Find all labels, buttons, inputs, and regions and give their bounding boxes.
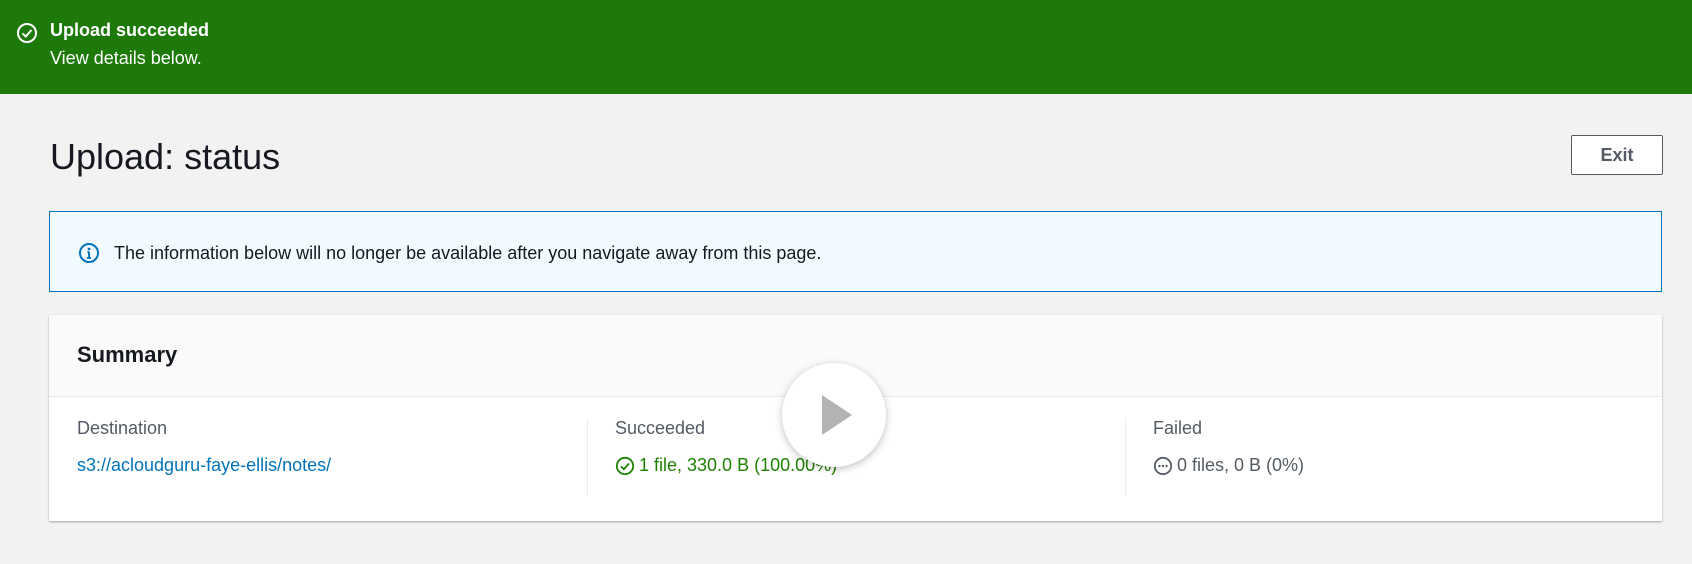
destination-label: Destination (77, 418, 168, 438)
destination-column: Destination s3://acloudguru-faye-ellis/n… (77, 418, 331, 476)
flash-title: Upload succeeded (50, 20, 210, 40)
page-title: Upload: status (50, 136, 281, 177)
check-circle-icon (16, 22, 38, 44)
failed-value: 0 files, 0 B (0%) (1177, 455, 1305, 475)
column-divider (587, 418, 588, 496)
exit-button[interactable]: Exit (1571, 135, 1663, 175)
flash-message: View details below. (50, 48, 202, 68)
info-icon (78, 242, 100, 264)
play-icon (822, 395, 852, 435)
check-circle-icon (615, 456, 635, 476)
success-flash-banner: Upload succeeded View details below. (0, 0, 1692, 94)
failed-column: Failed 0 files, 0 B (0%) (1153, 418, 1304, 476)
ellipsis-circle-icon (1153, 456, 1173, 476)
column-divider (1125, 418, 1126, 496)
summary-title: Summary (77, 342, 178, 367)
play-button[interactable] (782, 363, 886, 467)
info-alert-text: The information below will no longer be … (114, 243, 822, 263)
failed-label: Failed (1153, 418, 1203, 438)
destination-link[interactable]: s3://acloudguru-faye-ellis/notes/ (77, 455, 331, 476)
info-alert: The information below will no longer be … (49, 211, 1662, 292)
